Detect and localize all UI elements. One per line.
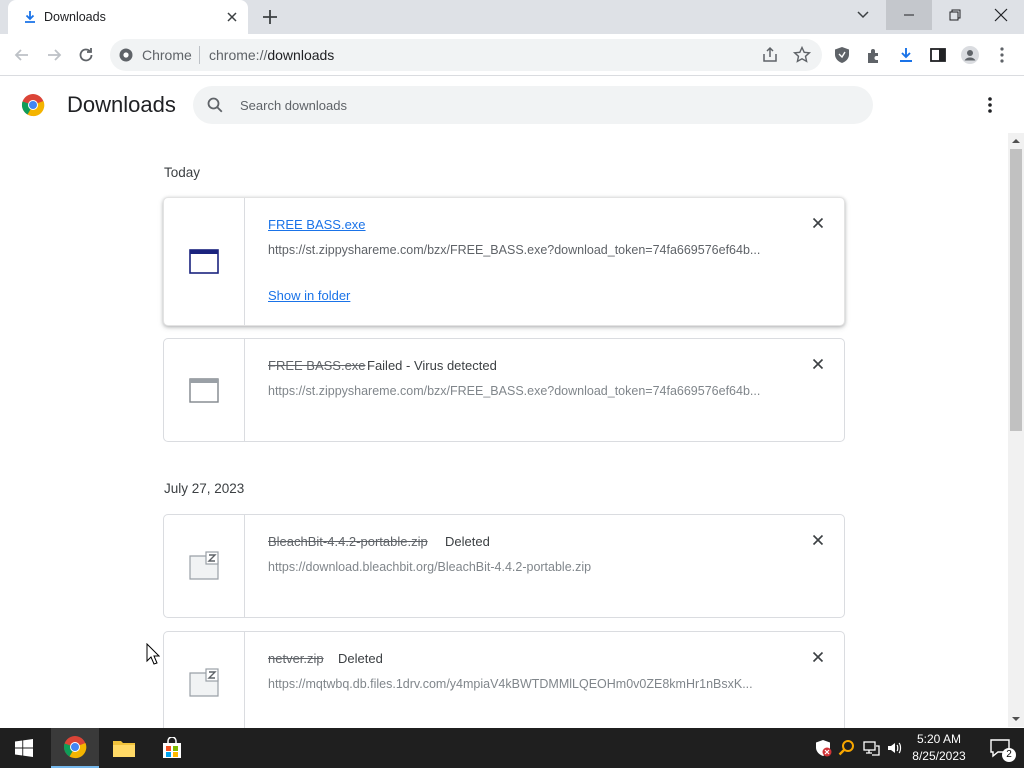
browser-menu-icon[interactable] xyxy=(992,45,1012,65)
windows-logo-icon xyxy=(15,739,33,757)
window-icon xyxy=(189,378,219,403)
folder-icon xyxy=(113,741,135,757)
restore-button[interactable] xyxy=(932,0,978,30)
url-text[interactable]: chrome://downloads xyxy=(209,47,334,63)
download-item: FREE BASS.exe Failed - Virus detected ht… xyxy=(163,338,845,442)
restore-icon xyxy=(949,9,961,21)
clock-time[interactable]: 5:20 AM xyxy=(912,732,966,746)
download-file-name: FREE BASS.exe xyxy=(268,358,366,373)
search-box[interactable] xyxy=(193,86,873,124)
clock-date[interactable]: 8/25/2023 xyxy=(906,749,972,763)
show-in-folder-link[interactable]: Show in folder xyxy=(268,288,350,303)
share-icon[interactable] xyxy=(760,45,780,65)
chrome-page-icon[interactable] xyxy=(118,47,134,63)
download-url[interactable]: https://st.zippyshareme.com/bzx/FREE_BAS… xyxy=(268,384,768,398)
section-date-july-27: July 27, 2023 xyxy=(164,481,245,496)
action-center-button[interactable]: 2 xyxy=(976,728,1024,768)
remove-from-list-icon[interactable] xyxy=(810,215,826,231)
mouse-cursor-icon xyxy=(146,643,160,665)
close-window-button[interactable] xyxy=(978,0,1024,30)
file-icon-column xyxy=(164,515,245,617)
taskbar-file-explorer[interactable] xyxy=(100,728,148,768)
tab-downloads[interactable]: Downloads xyxy=(8,0,248,34)
minimize-icon xyxy=(904,14,914,16)
chrome-logo-icon xyxy=(21,94,45,117)
more-actions-icon[interactable] xyxy=(980,95,1000,115)
store-bag-icon xyxy=(163,737,181,758)
notification-count-badge: 2 xyxy=(1002,748,1016,762)
url-scheme: chrome:// xyxy=(209,47,268,63)
file-icon-column xyxy=(164,198,245,325)
bookmark-star-icon[interactable] xyxy=(792,45,812,65)
file-icon-column xyxy=(164,632,245,734)
chevron-down-icon xyxy=(857,11,869,19)
download-url[interactable]: https://mqtwbq.db.files.1drv.com/y4mpiaV… xyxy=(268,677,768,691)
taskbar-chrome[interactable] xyxy=(51,728,99,768)
forward-icon[interactable] xyxy=(44,45,64,65)
download-file-name: BleachBit-4.4.2-portable.zip xyxy=(268,534,428,549)
network-icon[interactable] xyxy=(862,739,880,757)
close-tab-icon[interactable] xyxy=(224,9,240,25)
close-icon xyxy=(994,8,1008,22)
scroll-down-arrow-icon[interactable] xyxy=(1012,715,1020,723)
tab-search-button[interactable] xyxy=(840,0,886,30)
browser-toolbar: Chrome chrome://downloads xyxy=(0,34,1024,76)
side-panel-icon[interactable] xyxy=(928,45,948,65)
download-item: BleachBit-4.4.2-portable.zip Deleted htt… xyxy=(163,514,845,618)
search-icon xyxy=(207,97,223,113)
download-status: Deleted xyxy=(445,534,490,549)
tab-title: Downloads xyxy=(44,10,106,24)
scroll-up-arrow-icon[interactable] xyxy=(1012,137,1020,145)
taskbar-store[interactable] xyxy=(148,728,196,768)
download-url[interactable]: https://st.zippyshareme.com/bzx/FREE_BAS… xyxy=(268,243,768,257)
remove-from-list-icon[interactable] xyxy=(810,532,826,548)
file-icon-column xyxy=(164,339,245,441)
windows-taskbar: 5:20 AM 8/25/2023 2 xyxy=(0,728,1024,768)
site-label: Chrome xyxy=(142,47,192,63)
download-url[interactable]: https://download.bleachbit.org/BleachBit… xyxy=(268,560,768,574)
search-tool-tray-icon[interactable] xyxy=(838,739,856,757)
minimize-button[interactable] xyxy=(886,0,932,30)
security-shield-tray-icon[interactable] xyxy=(814,739,832,757)
download-status: Deleted xyxy=(338,651,383,666)
start-button[interactable] xyxy=(0,728,48,768)
download-file-name: netver.zip xyxy=(268,651,324,666)
download-item: netver.zip Deleted https://mqtwbq.db.fil… xyxy=(163,631,845,735)
download-item: FREE BASS.exe https://st.zippyshareme.co… xyxy=(163,197,845,326)
volume-icon[interactable] xyxy=(886,739,904,757)
new-tab-icon[interactable] xyxy=(260,7,280,27)
download-icon xyxy=(25,11,35,23)
zip-file-icon xyxy=(189,668,219,697)
downloads-toolbar-icon[interactable] xyxy=(896,45,916,65)
section-date-today: Today xyxy=(164,165,201,180)
search-input[interactable] xyxy=(238,86,838,124)
reload-icon[interactable] xyxy=(76,45,96,65)
zip-file-icon xyxy=(189,551,219,580)
profile-avatar-icon[interactable] xyxy=(960,45,980,65)
chrome-taskbar-icon xyxy=(63,736,87,759)
back-icon[interactable] xyxy=(12,45,32,65)
download-file-link[interactable]: FREE BASS.exe xyxy=(268,217,366,232)
address-bar[interactable]: Chrome chrome://downloads xyxy=(110,39,822,71)
scrollbar-thumb[interactable] xyxy=(1010,149,1022,431)
download-status: Failed - Virus detected xyxy=(367,358,497,373)
window-icon xyxy=(189,249,219,274)
page-scrollbar[interactable] xyxy=(1008,133,1024,727)
page-title: Downloads xyxy=(67,92,176,117)
tab-strip: Downloads xyxy=(0,0,1024,34)
remove-from-list-icon[interactable] xyxy=(810,356,826,372)
shield-extension-icon[interactable] xyxy=(832,45,852,65)
omnibox-divider xyxy=(199,46,200,64)
downloads-header: Downloads xyxy=(0,77,1024,133)
remove-from-list-icon[interactable] xyxy=(810,649,826,665)
url-path: downloads xyxy=(267,47,335,63)
extensions-puzzle-icon[interactable] xyxy=(864,45,884,65)
